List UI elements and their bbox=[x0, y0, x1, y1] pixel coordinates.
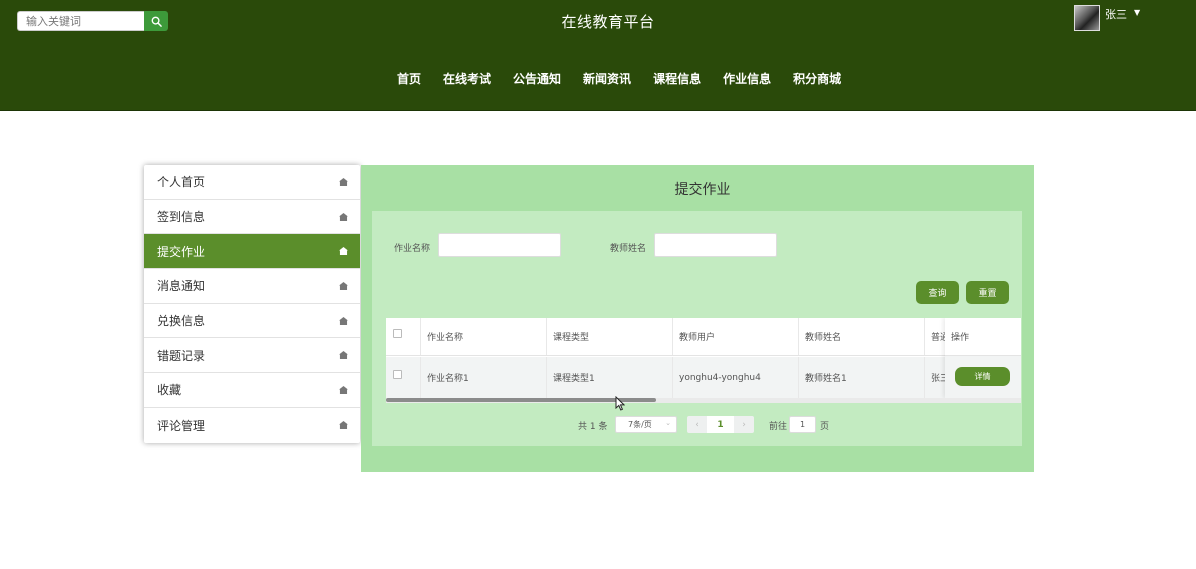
total-count: 共 1 条 bbox=[578, 422, 608, 432]
sidebar-item-wrong-answers[interactable]: 错题记录 bbox=[144, 338, 360, 374]
page-size-select[interactable]: 7条/页 ⌄ bbox=[615, 416, 677, 433]
nav-item-announcements[interactable]: 公告通知 bbox=[513, 70, 561, 87]
teacher-name-input[interactable] bbox=[654, 233, 777, 257]
top-header: 在线教育平台 张三 ▼ 首页 在线考试 公告通知 新闻资讯 课程信息 作业信息 … bbox=[0, 0, 1196, 111]
sidebar-item-label: 兑换信息 bbox=[157, 314, 206, 329]
query-button[interactable]: 查询 bbox=[916, 281, 959, 304]
operation-column: 操作 详情 bbox=[945, 318, 1021, 398]
column-header: 教师用户 bbox=[673, 318, 799, 355]
home-icon bbox=[339, 385, 348, 394]
home-icon bbox=[339, 247, 348, 256]
row-checkbox[interactable] bbox=[393, 369, 402, 379]
reset-button[interactable]: 重置 bbox=[966, 281, 1009, 304]
home-icon bbox=[339, 177, 348, 186]
table-cell: yonghu4-yonghu4 bbox=[673, 357, 799, 398]
teacher-name-label: 教师姓名 bbox=[610, 244, 647, 254]
nav-item-courses[interactable]: 课程信息 bbox=[653, 70, 701, 87]
homework-table: 作业名称 课程类型 教师用户 教师姓名 普通 作业名称1 课程类型1 yongh… bbox=[386, 318, 1021, 403]
detail-button[interactable]: 详情 bbox=[955, 367, 1010, 386]
column-header: 课程类型 bbox=[547, 318, 673, 355]
homework-name-input[interactable] bbox=[438, 233, 561, 257]
page-buttons: ‹ 1 › bbox=[687, 416, 754, 433]
user-name[interactable]: 张三 bbox=[1105, 6, 1127, 22]
prev-page-button[interactable]: ‹ bbox=[687, 416, 707, 433]
sidebar-item-favorites[interactable]: 收藏 bbox=[144, 373, 360, 408]
goto-label: 前往 bbox=[769, 422, 788, 432]
sidebar-item-label: 评论管理 bbox=[157, 418, 206, 433]
home-icon bbox=[339, 212, 348, 221]
table-header: 作业名称 课程类型 教师用户 教师姓名 普通 bbox=[386, 318, 985, 356]
chevron-down-icon: ⌄ bbox=[665, 419, 671, 427]
nav-item-points-mall[interactable]: 积分商城 bbox=[793, 70, 841, 87]
goto-suffix: 页 bbox=[820, 422, 830, 432]
avatar[interactable] bbox=[1074, 5, 1100, 31]
caret-down-icon[interactable]: ▼ bbox=[1134, 8, 1140, 17]
table-cell: 课程类型1 bbox=[547, 357, 673, 398]
sidebar-item-label: 签到信息 bbox=[157, 210, 206, 225]
nav-item-online-exam[interactable]: 在线考试 bbox=[443, 70, 491, 87]
main-nav: 首页 在线考试 公告通知 新闻资讯 课程信息 作业信息 积分商城 bbox=[386, 70, 852, 87]
page-title: 提交作业 bbox=[674, 182, 731, 198]
main-panel: 提交作业 作业名称 教师姓名 查询 重置 作业名称 课程类型 教师用户 教师姓名… bbox=[361, 165, 1034, 472]
user-menu[interactable]: 张三 ▼ bbox=[1074, 5, 1140, 31]
row-select-cell bbox=[386, 357, 421, 398]
site-title: 在线教育平台 bbox=[561, 13, 655, 31]
table-row: 作业名称1 课程类型1 yonghu4-yonghu4 教师姓名1 张三 bbox=[386, 357, 985, 398]
home-icon bbox=[339, 316, 348, 325]
home-icon bbox=[339, 421, 348, 430]
sidebar-item-label: 消息通知 bbox=[157, 279, 206, 294]
goto-page-input[interactable]: 1 bbox=[789, 416, 816, 433]
page-size-value: 7条/页 bbox=[628, 420, 652, 429]
column-header: 操作 bbox=[945, 318, 1021, 356]
select-all-cell bbox=[386, 318, 421, 355]
sidebar-item-profile[interactable]: 个人首页 bbox=[144, 165, 360, 200]
sidebar: 个人首页 签到信息 提交作业 消息通知 兑换信息 错题记录 收藏 评论管理 bbox=[144, 165, 360, 443]
sidebar-item-messages[interactable]: 消息通知 bbox=[144, 269, 360, 304]
sidebar-item-exchange[interactable]: 兑换信息 bbox=[144, 304, 360, 339]
homework-name-label: 作业名称 bbox=[394, 244, 431, 254]
operation-cell: 详情 bbox=[945, 356, 1021, 398]
page-number-button[interactable]: 1 bbox=[707, 416, 734, 433]
select-all-checkbox[interactable] bbox=[393, 328, 402, 338]
content-area: 作业名称 教师姓名 查询 重置 作业名称 课程类型 教师用户 教师姓名 普通 作… bbox=[372, 211, 1022, 446]
sidebar-item-label: 提交作业 bbox=[157, 244, 206, 259]
next-page-button[interactable]: › bbox=[734, 416, 754, 433]
sidebar-item-label: 个人首页 bbox=[157, 175, 206, 190]
column-header: 作业名称 bbox=[421, 318, 547, 355]
sidebar-item-submit-homework[interactable]: 提交作业 bbox=[144, 234, 360, 270]
table-cell: 作业名称1 bbox=[421, 357, 547, 398]
sidebar-item-label: 错题记录 bbox=[157, 348, 206, 363]
table-cell: 教师姓名1 bbox=[799, 357, 925, 398]
nav-item-news[interactable]: 新闻资讯 bbox=[583, 70, 631, 87]
column-header: 教师姓名 bbox=[799, 318, 925, 355]
sidebar-item-checkin[interactable]: 签到信息 bbox=[144, 200, 360, 235]
home-icon bbox=[339, 351, 348, 360]
home-icon bbox=[339, 281, 348, 290]
sidebar-item-label: 收藏 bbox=[157, 383, 182, 398]
mouse-cursor-icon bbox=[615, 396, 625, 411]
nav-item-home[interactable]: 首页 bbox=[397, 70, 421, 87]
sidebar-item-comments[interactable]: 评论管理 bbox=[144, 408, 360, 443]
pagination: 共 1 条 7条/页 ⌄ ‹ 1 › 前往 1 页 bbox=[372, 416, 1022, 434]
nav-item-homework[interactable]: 作业信息 bbox=[723, 70, 771, 87]
